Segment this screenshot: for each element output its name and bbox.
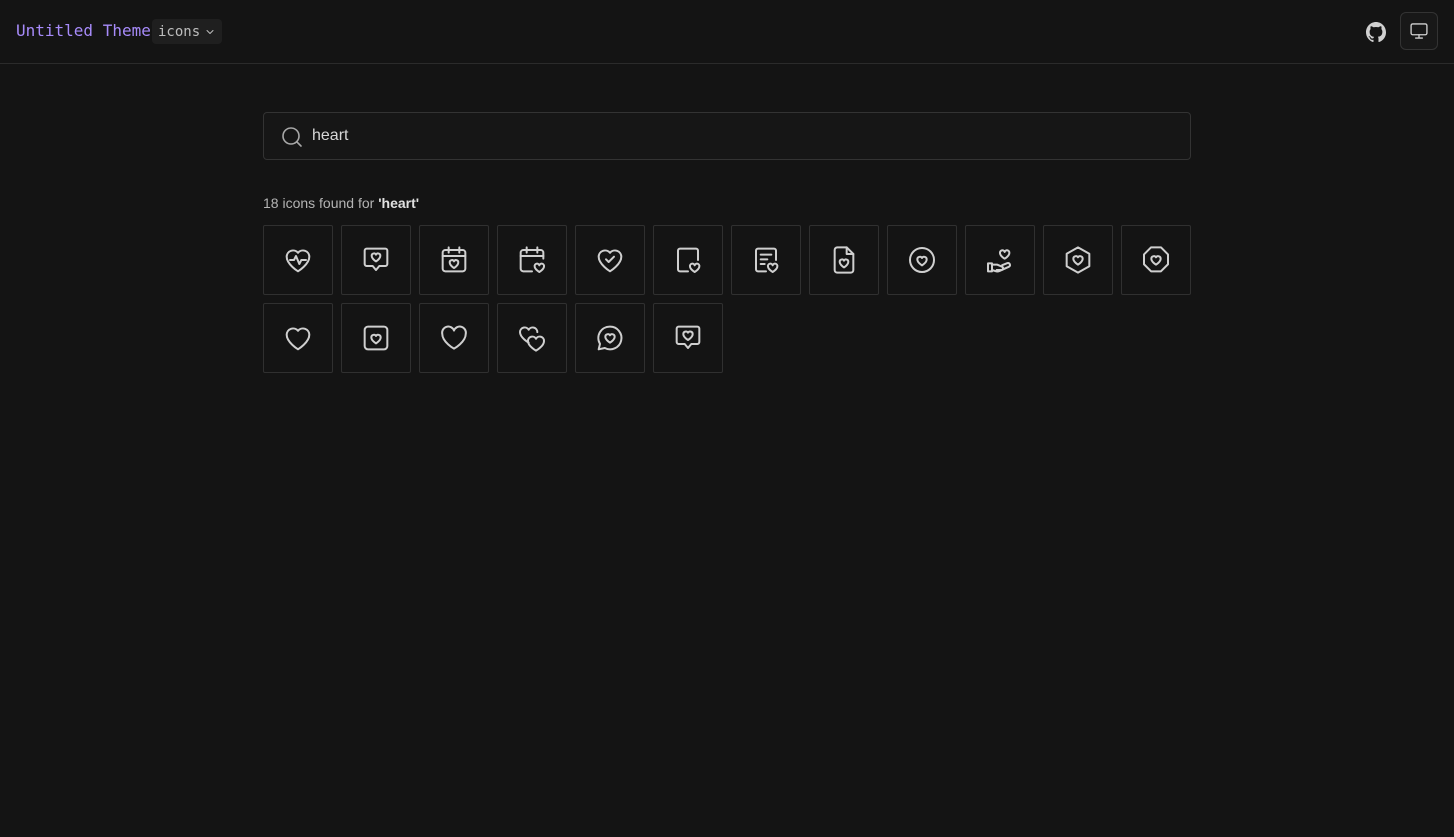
- message-heart-icon: [675, 325, 701, 349]
- results-summary: 18 icons found for 'heart': [263, 194, 419, 212]
- heart-circle-icon: [909, 247, 935, 273]
- brand-title[interactable]: Untitled Theme: [16, 20, 151, 42]
- results-query: 'heart': [378, 195, 420, 211]
- receipt-heart-icon: [755, 247, 779, 273]
- icon-tile-file-heart[interactable]: [653, 225, 723, 295]
- icon-tile-hearts[interactable]: [497, 303, 567, 373]
- icon-tile-heart-hexagon[interactable]: [1043, 225, 1113, 295]
- icon-tile-message-heart[interactable]: [653, 303, 723, 373]
- results-text: icons found for: [278, 195, 379, 211]
- file-heart-icon: [677, 247, 701, 273]
- icon-tile-calendar-heart[interactable]: [497, 225, 567, 295]
- icon-tile-heart-rounded[interactable]: [419, 303, 489, 373]
- icon-tile-heart-square[interactable]: [341, 303, 411, 373]
- calendar-heart-square-icon: [441, 246, 467, 273]
- icon-tile-heart-octagon[interactable]: [1121, 225, 1191, 295]
- search-input[interactable]: [312, 113, 1172, 159]
- heart-hexagon-icon: [1065, 246, 1091, 274]
- theme-toggle-button[interactable]: [1400, 12, 1438, 50]
- calendar-heart-icon: [519, 246, 545, 273]
- heart-icon: [285, 327, 311, 351]
- heart-square-icon: [363, 325, 389, 351]
- heart-octagon-icon: [1143, 246, 1169, 273]
- icon-tile-message-heart-circle[interactable]: [575, 303, 645, 373]
- hearts-icon: [519, 326, 545, 352]
- monitor-icon: [1410, 23, 1428, 39]
- message-heart-square-icon: [363, 247, 389, 271]
- collection-selector[interactable]: icons: [152, 19, 222, 44]
- icon-tile-receipt-heart[interactable]: [731, 225, 801, 295]
- message-heart-circle-icon: [597, 325, 623, 351]
- icon-tile-heart[interactable]: [263, 303, 333, 373]
- icon-tile-message-heart-square[interactable]: [341, 225, 411, 295]
- icon-tile-heart-check[interactable]: [575, 225, 645, 295]
- icon-tile-hand-heart[interactable]: [965, 225, 1035, 295]
- hand-heart-icon: [987, 249, 1011, 273]
- github-icon[interactable]: [1364, 20, 1388, 44]
- top-bar: Untitled Theme icons: [0, 0, 1454, 64]
- search-box: [263, 112, 1191, 160]
- heart-rounded-icon: [441, 325, 467, 350]
- icon-tile-calendar-heart-square[interactable]: [419, 225, 489, 295]
- chevron-down-icon: [206, 29, 214, 34]
- collection-selector-value: icons: [158, 23, 201, 40]
- icon-tile-heart-circle[interactable]: [887, 225, 957, 295]
- results-count: 18: [263, 195, 279, 211]
- search-icon: [282, 127, 302, 147]
- icon-grid: [263, 225, 1203, 373]
- icon-tile-document-heart[interactable]: [809, 225, 879, 295]
- heart-pulse-icon: [285, 249, 311, 273]
- icon-tile-heart-pulse[interactable]: [263, 225, 333, 295]
- heart-check-icon: [597, 249, 623, 273]
- document-heart-icon: [833, 246, 855, 274]
